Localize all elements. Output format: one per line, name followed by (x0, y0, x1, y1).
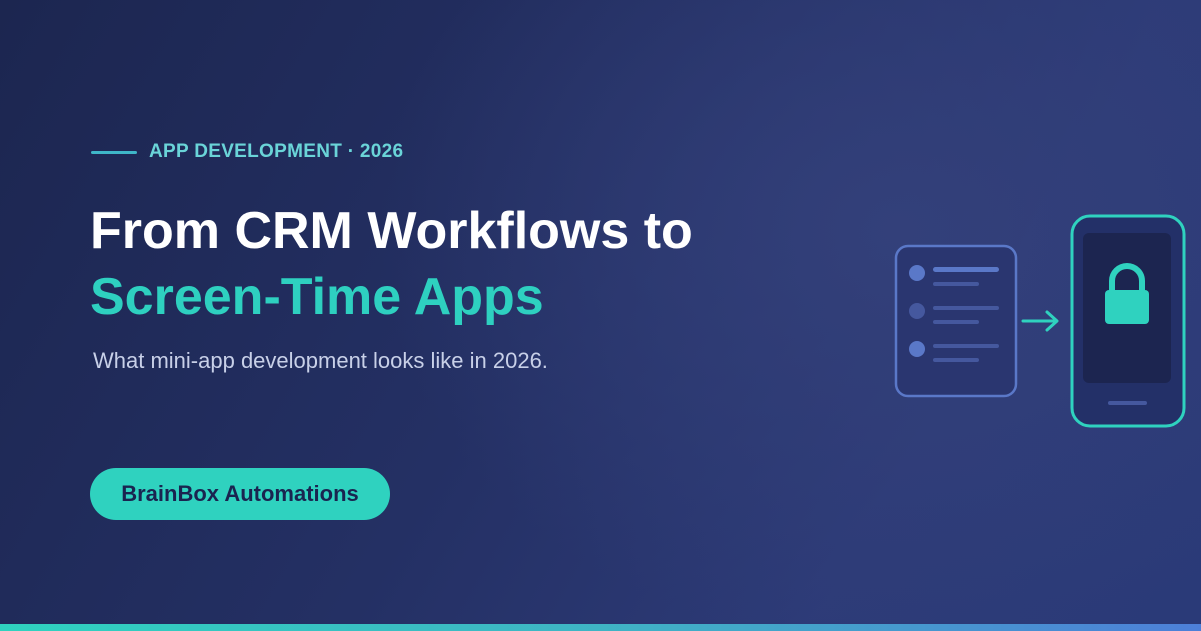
arrow-right-icon (1021, 310, 1059, 332)
eyebrow-line-icon (91, 150, 137, 154)
eyebrow: APP DEVELOPMENT · 2026 (91, 141, 403, 163)
headline-line-1: From CRM Workflows to (90, 202, 693, 260)
bottom-accent-bar (0, 624, 1201, 631)
headline-line-2: Screen-Time Apps (90, 268, 544, 326)
banner: APP DEVELOPMENT · 2026 From CRM Workflow… (0, 0, 1201, 631)
eyebrow-text: APP DEVELOPMENT · 2026 (149, 141, 404, 162)
checklist-card-icon (894, 244, 1018, 398)
illustration (894, 214, 1186, 428)
subtitle: What mini-app development looks like in … (93, 348, 548, 373)
brand-button[interactable]: BrainBox Automations (90, 468, 390, 520)
